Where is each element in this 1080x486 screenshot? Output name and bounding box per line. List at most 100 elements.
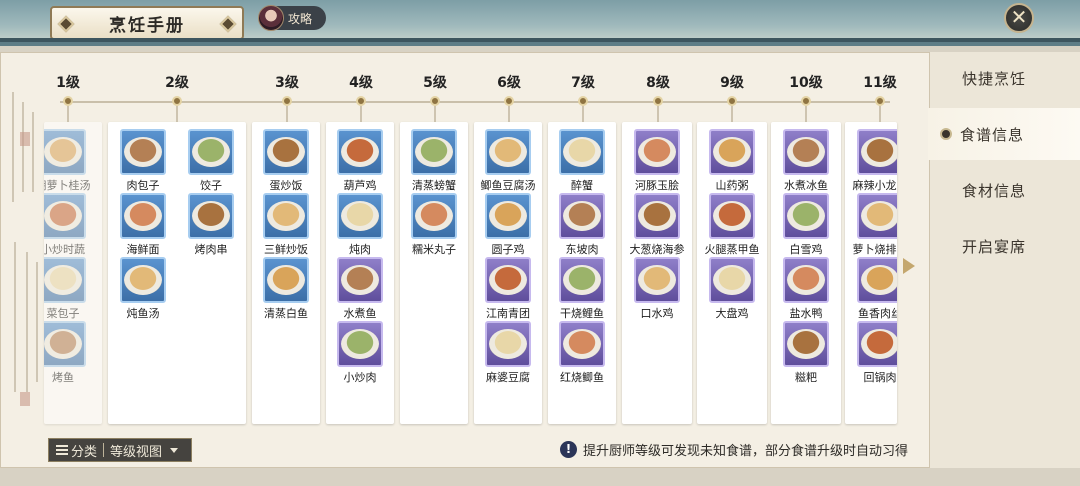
recipe-item[interactable]: 菜包子 xyxy=(44,252,98,320)
dish-image xyxy=(44,257,86,303)
recipe-item[interactable]: 东坡肉 xyxy=(547,188,617,256)
sidebar-item[interactable]: 快捷烹饪 xyxy=(930,52,1080,104)
recipe-item[interactable]: 鲫鱼豆腐汤 xyxy=(473,124,543,192)
dish-image xyxy=(857,321,897,367)
dish-image xyxy=(337,321,383,367)
level-label: 11级 xyxy=(863,75,897,91)
recipe-item[interactable]: 葫芦鸡 xyxy=(325,124,395,192)
level-connector xyxy=(879,106,881,122)
level-pin-icon xyxy=(875,96,885,106)
plaque-ornament-icon xyxy=(57,15,75,33)
level-label: 6级 xyxy=(497,75,521,91)
list-icon xyxy=(56,445,68,455)
recipe-item[interactable]: 胡萝卜桂汤 xyxy=(44,124,98,192)
level-pin-icon xyxy=(727,96,737,106)
recipe-item[interactable]: 萝卜烧排骨 xyxy=(845,188,897,256)
recipe-item[interactable]: 糯米丸子 xyxy=(399,188,469,256)
dish-image xyxy=(857,257,897,303)
dish-image xyxy=(783,129,829,175)
dish-image xyxy=(485,321,531,367)
recipe-item[interactable]: 炖鱼汤 xyxy=(108,252,178,320)
recipe-item[interactable]: 麻辣小龙虾 xyxy=(845,124,897,192)
recipe-item[interactable]: 盐水鸭 xyxy=(771,252,841,320)
dish-image xyxy=(263,193,309,239)
recipe-item[interactable]: 大葱烧海参 xyxy=(622,188,692,256)
recipe-item[interactable]: 清蒸螃蟹 xyxy=(399,124,469,192)
recipe-item[interactable]: 清蒸白鱼 xyxy=(251,252,321,320)
recipe-column: 清蒸螃蟹 糯米丸子 xyxy=(400,122,468,424)
level-label: 7级 xyxy=(571,75,595,91)
recipe-item[interactable]: 大盘鸡 xyxy=(697,252,767,320)
recipe-column: 鲫鱼豆腐汤 圆子鸡 江南青团 麻婆豆腐 xyxy=(474,122,542,424)
recipe-item[interactable]: 回锅肉 xyxy=(845,316,897,384)
guide-label: 攻略 xyxy=(288,11,313,26)
view-selector[interactable]: 分类 等级视图 xyxy=(48,438,192,462)
recipe-item[interactable]: 山药粥 xyxy=(697,124,767,192)
sidebar-item[interactable]: 食材信息 xyxy=(930,164,1080,216)
level-connector xyxy=(657,106,659,122)
recipe-item[interactable]: 河豚玉脍 xyxy=(622,124,692,192)
sidebar-menu: 快捷烹饪 食谱信息食材信息开启宴席 xyxy=(928,52,1080,468)
level-label: 5级 xyxy=(423,75,447,91)
guide-button[interactable]: 攻略 xyxy=(258,5,326,31)
recipe-item[interactable]: 烤鱼 xyxy=(44,316,98,384)
recipe-item[interactable]: 干烧鲤鱼 xyxy=(547,252,617,320)
dish-image xyxy=(485,257,531,303)
recipe-item[interactable]: 饺子 xyxy=(176,124,246,192)
level-connector xyxy=(582,106,584,122)
dish-name: 回锅肉 xyxy=(863,371,897,384)
level-timeline xyxy=(60,101,890,103)
recipe-item[interactable]: 水煮鱼 xyxy=(325,252,395,320)
recipe-column: 肉包子 饺子 海鲜面 烤肉串 炖鱼汤 xyxy=(108,122,246,424)
dish-image xyxy=(188,129,234,175)
dish-image xyxy=(337,129,383,175)
dish-image xyxy=(120,129,166,175)
recipe-item[interactable]: 糍粑 xyxy=(771,316,841,384)
sidebar-item[interactable]: 开启宴席 xyxy=(930,220,1080,272)
guide-avatar xyxy=(258,5,284,31)
recipe-item[interactable]: 圆子鸡 xyxy=(473,188,543,256)
recipe-item[interactable]: 小炒肉 xyxy=(325,316,395,384)
top-bar: 烹饪手册 攻略 ✕ xyxy=(0,0,1080,42)
recipe-column: 山药粥 火腿蒸甲鱼 大盘鸡 xyxy=(697,122,767,424)
level-pin-icon xyxy=(578,96,588,106)
exclamation-icon: ! xyxy=(560,440,577,458)
recipe-item[interactable]: 口水鸡 xyxy=(622,252,692,320)
recipe-item[interactable]: 三鲜炒饭 xyxy=(251,188,321,256)
level-label: 2级 xyxy=(165,75,189,91)
dish-image xyxy=(337,193,383,239)
sidebar-item[interactable]: 食谱信息 xyxy=(928,108,1080,160)
recipe-item[interactable]: 醉蟹 xyxy=(547,124,617,192)
recipe-item[interactable]: 白雪鸡 xyxy=(771,188,841,256)
recipe-column: 胡萝卜桂汤小炒时蔬菜包子烤鱼 xyxy=(44,122,102,424)
recipe-item[interactable]: 鱼香肉丝 xyxy=(845,252,897,320)
recipe-item[interactable]: 烤肉串 xyxy=(176,188,246,256)
level-connector xyxy=(176,106,178,122)
dish-image xyxy=(559,257,605,303)
dish-image xyxy=(709,257,755,303)
expand-arrow-icon[interactable] xyxy=(903,258,915,274)
dish-image xyxy=(634,257,680,303)
recipe-column: 醉蟹 东坡肉 干烧鲤鱼 红烧鲫鱼 xyxy=(548,122,616,424)
dish-image xyxy=(559,193,605,239)
dish-image xyxy=(709,129,755,175)
dish-image xyxy=(188,193,234,239)
level-pin-icon xyxy=(430,96,440,106)
dish-image xyxy=(44,129,86,175)
recipe-item[interactable]: 炖肉 xyxy=(325,188,395,256)
level-pin-icon xyxy=(801,96,811,106)
level-connector xyxy=(731,106,733,122)
recipe-item[interactable]: 红烧鲫鱼 xyxy=(547,316,617,384)
close-icon[interactable]: ✕ xyxy=(1004,3,1034,33)
recipe-item[interactable]: 蛋炒饭 xyxy=(251,124,321,192)
dish-image xyxy=(337,257,383,303)
recipe-item[interactable]: 火腿蒸甲鱼 xyxy=(697,188,767,256)
cooking-manual-screen: 烹饪手册 攻略 ✕ 快捷烹饪食谱信息食材信息开启宴席 胡萝卜桂汤小炒时蔬菜包子烤… xyxy=(0,0,1080,486)
recipe-item[interactable]: 江南青团 xyxy=(473,252,543,320)
recipe-item[interactable]: 小炒时蔬 xyxy=(44,188,98,256)
sidebar-item-label: 食材信息 xyxy=(962,181,1027,200)
dish-image xyxy=(559,129,605,175)
recipe-item[interactable]: 水煮冰鱼 xyxy=(771,124,841,192)
recipe-item[interactable]: 麻婆豆腐 xyxy=(473,316,543,384)
level-label: 9级 xyxy=(720,75,744,91)
